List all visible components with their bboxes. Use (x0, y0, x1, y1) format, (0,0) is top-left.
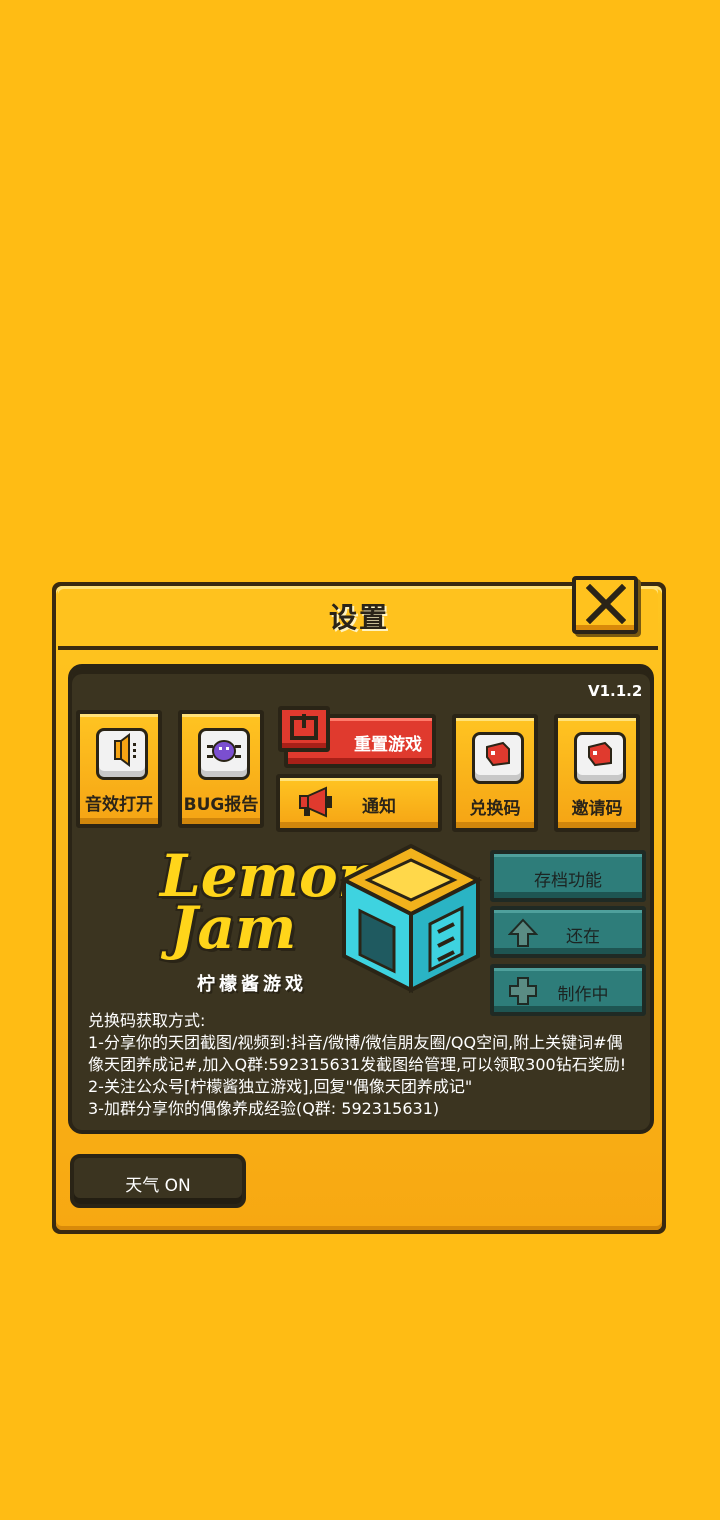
cube-logo-icon (339, 843, 483, 994)
close-button[interactable] (572, 576, 638, 634)
bug-report-button[interactable]: BUG报告 (178, 710, 264, 828)
bug-report-label: BUG报告 (183, 795, 259, 815)
redeem-instructions: 兑换码获取方式: 1-分享你的天团截图/视频到:抖音/微博/微信朋友圈/QQ空间… (88, 1010, 648, 1120)
instructions-line: 1-分享你的天团截图/视频到:抖音/微博/微信朋友圈/QQ空间,附上关键词#偶 (88, 1033, 623, 1052)
sound-toggle-button[interactable]: 音效打开 (76, 710, 162, 828)
weather-toggle-label: 天气 ON (125, 1176, 191, 1196)
version-label: V1.1.2 (588, 682, 643, 700)
notice-button[interactable]: 通知 (276, 774, 442, 832)
speaker-icon (96, 728, 148, 780)
save-feature-button[interactable]: 存档功能 (490, 850, 646, 902)
redeem-code-button[interactable]: 兑换码 (452, 714, 538, 832)
still-label: 还在 (566, 927, 600, 947)
instructions-line: 2-关注公众号[柠檬酱独立游戏],回复"偶像天团养成记" (88, 1077, 473, 1096)
in-progress-label: 制作中 (557, 985, 609, 1005)
invite-code-button[interactable]: 邀请码 (554, 714, 640, 832)
weather-toggle-button[interactable]: 天气 ON (70, 1154, 246, 1208)
bug-icon (198, 728, 250, 780)
in-progress-button[interactable]: 制作中 (490, 964, 646, 1016)
sound-label: 音效打开 (85, 795, 153, 815)
invite-code-label: 邀请码 (571, 799, 623, 819)
close-icon (586, 584, 626, 624)
notice-label: 通知 (362, 797, 396, 817)
reset-game-button[interactable]: 重置游戏 (278, 706, 436, 768)
reset-game-label: 重置游戏 (354, 735, 422, 755)
power-icon (278, 706, 330, 752)
redeem-code-label: 兑换码 (469, 799, 521, 819)
ticket-icon (574, 732, 626, 784)
megaphone-icon (299, 786, 332, 818)
instructions-line: 像天团养成记#,加入Q群:592315631发截图给管理,可以领取300钻石奖励… (88, 1055, 627, 1074)
logo-subtitle: 柠檬酱游戏 (197, 974, 307, 995)
settings-dialog: 设置 V1.1.2 音效打开 BUG报告 重置游戏 通知 兑换码 邀请码 Lem… (52, 576, 666, 1234)
instructions-line: 3-加群分享你的偶像养成经验(Q群: 592315631) (88, 1099, 440, 1118)
still-button[interactable]: 还在 (490, 906, 646, 958)
instructions-heading: 兑换码获取方式: (88, 1011, 206, 1030)
save-feature-label: 存档功能 (534, 871, 602, 891)
ticket-icon (472, 732, 524, 784)
